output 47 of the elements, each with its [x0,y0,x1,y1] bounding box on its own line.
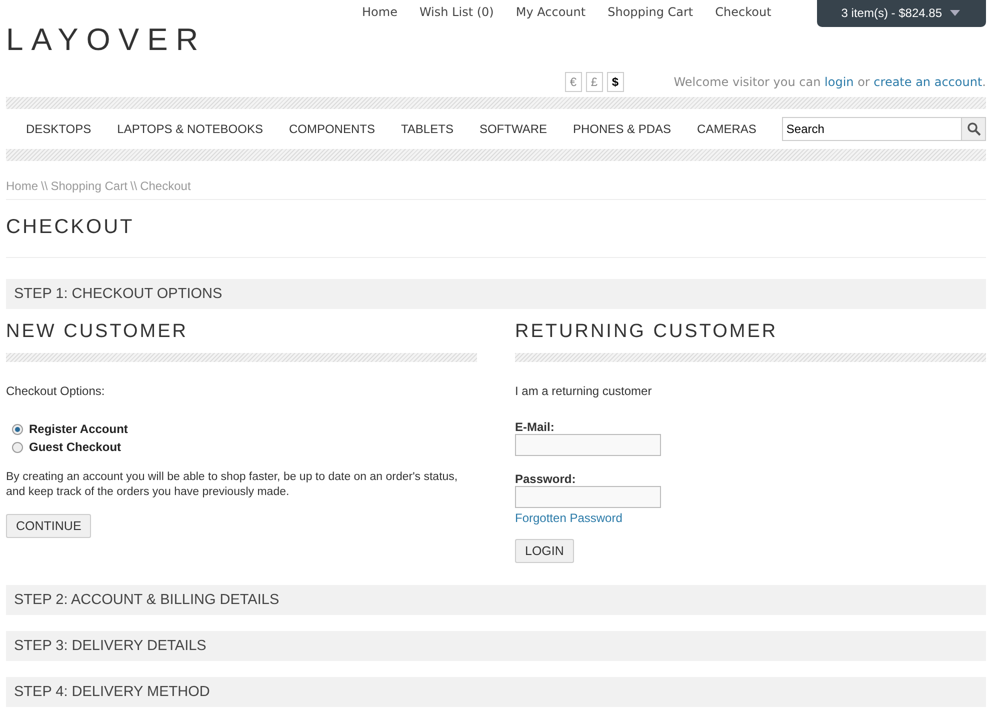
welcome-text: Welcome visitor you can login or create an account. [674,75,986,89]
radio-button[interactable] [12,442,23,452]
field-label: E-Mail: [515,420,554,434]
cart-button[interactable]: 3 item(s) - $824.85 [817,0,986,27]
breadcrumb-separator: \\ [41,179,48,193]
password-field[interactable] [515,486,661,508]
section-heading: NEW CUSTOMER [6,321,188,343]
top-nav-link[interactable]: Shopping Cart [608,5,694,19]
search-icon [966,122,980,136]
menu-item[interactable]: COMPONENTS [288,122,375,136]
menu-item[interactable]: DESKTOPS [26,122,92,136]
menu-item[interactable]: PHONES & PDAS [573,122,672,136]
field-label: Password: [515,472,576,486]
menu-item[interactable]: SOFTWARE [479,122,548,136]
menu-item[interactable]: CAMERAS [697,122,756,136]
radio-label[interactable]: Guest Checkout [29,440,122,454]
currency-button[interactable]: € [564,72,582,92]
top-nav-link[interactable]: Checkout [715,5,772,19]
intro-text: I am a returning customer [515,384,652,398]
create-account-link[interactable]: create an account [874,75,982,89]
currency-button[interactable]: $ [606,72,624,92]
forgotten-password-link[interactable]: Forgotten Password [515,511,622,525]
top-nav-link[interactable]: Wish List (0) [419,5,494,19]
login-button[interactable]: LOGIN [515,539,574,563]
email-field[interactable] [515,434,661,456]
breadcrumb-separator: \\ [130,179,138,193]
section-heading: RETURNING CUSTOMER [515,321,778,343]
search-button[interactable] [961,117,986,141]
step-header[interactable]: STEP 1: CHECKOUT OPTIONS [6,279,986,309]
menu-item[interactable]: TABLETS [400,122,454,136]
logo[interactable]: LAYOVER [6,22,206,58]
top-nav-link[interactable]: Home [362,5,398,19]
step-header[interactable]: STEP 3: DELIVERY DETAILS [6,631,986,661]
caret-icon [950,10,960,16]
continue-button[interactable]: CONTINUE [6,514,92,538]
currency-button[interactable]: £ [586,72,603,92]
radio-button[interactable] [12,424,23,434]
step-header[interactable]: STEP 4: DELIVERY METHOD [6,677,986,707]
top-nav-link[interactable]: My Account [516,5,586,19]
menu-item[interactable]: LAPTOPS & NOTEBOOKS [117,122,263,136]
page-title: CHECKOUT [6,200,986,258]
description-text: By creating an account you will be able to shop faster, be up to date on an order's status, and keep track of the orders you have previously made. [6,470,459,500]
options-label: Checkout Options: [6,384,105,398]
step-header[interactable]: STEP 2: ACCOUNT & BILLING DETAILS [6,585,986,615]
login-link[interactable]: login [824,75,854,89]
radio-label[interactable]: Register Account [29,422,128,436]
search-field[interactable]: Search [782,117,961,141]
